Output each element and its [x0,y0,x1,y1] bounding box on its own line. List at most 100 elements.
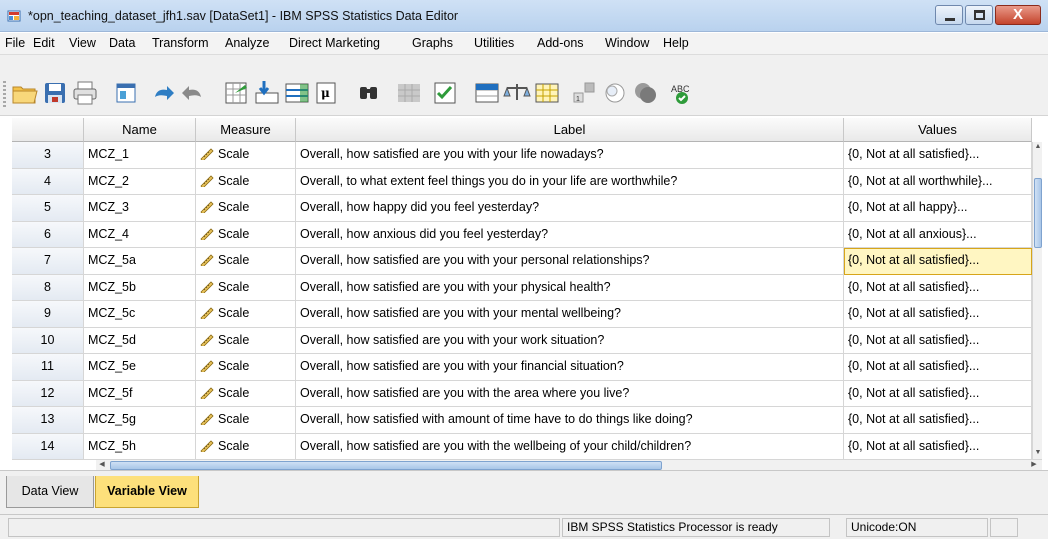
variable-label-cell[interactable]: Overall, how anxious did you feel yester… [296,221,844,248]
variable-name-cell[interactable]: MCZ_1 [84,142,196,169]
column-header-values[interactable]: Values [844,118,1032,142]
measure-cell[interactable]: Scale [196,301,296,328]
variables-icon[interactable] [282,79,312,107]
measure-cell[interactable]: Scale [196,327,296,354]
variable-name-cell[interactable]: MCZ_5c [84,301,196,328]
menu-transform[interactable]: Transform [152,36,209,50]
variable-label-cell[interactable]: Overall, how satisfied are you with your… [296,327,844,354]
value-labels-cell[interactable]: {0, Not at all satisfied}... [844,274,1032,301]
menu-analyze[interactable]: Analyze [225,36,269,50]
value-labels-icon[interactable]: 1 [570,79,600,107]
menu-view[interactable]: View [69,36,96,50]
value-labels-cell[interactable]: {0, Not at all happy}... [844,195,1032,222]
row-number[interactable]: 11 [12,354,84,381]
value-labels-cell[interactable]: {0, Not at all worthwhile}... [844,168,1032,195]
value-labels-cell[interactable]: {0, Not at all satisfied}... [844,433,1032,460]
variable-name-cell[interactable]: MCZ_5f [84,380,196,407]
use-variable-sets-icon[interactable] [600,79,630,107]
scroll-up-icon[interactable]: ▲ [1034,142,1042,152]
row-number[interactable]: 14 [12,433,84,460]
scroll-right-icon[interactable]: ▶ [1028,460,1040,470]
menu-edit[interactable]: Edit [33,36,55,50]
variable-name-cell[interactable]: MCZ_5b [84,274,196,301]
row-number[interactable]: 13 [12,407,84,434]
variable-name-cell[interactable]: MCZ_5a [84,248,196,275]
menu-utilities[interactable]: Utilities [474,36,514,50]
value-labels-cell[interactable]: {0, Not at all satisfied}... [844,142,1032,169]
column-header-name[interactable]: Name [84,118,196,142]
insert-variable-icon[interactable] [430,79,460,107]
value-labels-cell[interactable]: {0, Not at all satisfied}... [844,301,1032,328]
variable-label-cell[interactable]: Overall, how satisfied are you with your… [296,354,844,381]
value-labels-cell[interactable]: {0, Not at all satisfied}... [844,380,1032,407]
column-header-label[interactable]: Label [296,118,844,142]
measure-cell[interactable]: Scale [196,274,296,301]
goto-case-icon[interactable] [222,79,252,107]
value-labels-cell[interactable]: {0, Not at all satisfied}... [844,407,1032,434]
row-number[interactable]: 12 [12,380,84,407]
close-button[interactable]: X [995,5,1041,25]
weight-cases-icon[interactable] [502,79,532,107]
value-labels-cell[interactable]: {0, Not at all satisfied}... [844,327,1032,354]
row-number[interactable]: 5 [12,195,84,222]
print-icon[interactable] [70,79,100,107]
value-labels-cell[interactable]: {0, Not at all satisfied}... [844,354,1032,381]
scroll-down-icon[interactable]: ▼ [1034,448,1042,458]
horizontal-scroll-thumb[interactable] [110,461,662,470]
toolbar-grip[interactable] [3,81,6,107]
dialog-recall-icon[interactable] [112,79,142,107]
vertical-scroll-thumb[interactable] [1034,178,1042,248]
variable-name-cell[interactable]: MCZ_5e [84,354,196,381]
row-number[interactable]: 9 [12,301,84,328]
menu-data[interactable]: Data [109,36,135,50]
goto-variable-icon[interactable] [252,79,282,107]
variable-label-cell[interactable]: Overall, how satisfied are you with the … [296,380,844,407]
measure-cell[interactable]: Scale [196,221,296,248]
insert-cases-icon[interactable] [394,79,424,107]
measure-cell[interactable]: Scale [196,168,296,195]
find-icon[interactable] [354,79,384,107]
scroll-left-icon[interactable]: ◀ [96,460,108,470]
value-labels-cell[interactable]: {0, Not at all satisfied}... [844,248,1032,275]
menu-help[interactable]: Help [663,36,689,50]
row-number[interactable]: 7 [12,248,84,275]
variable-label-cell[interactable]: Overall, how satisfied are you with your… [296,274,844,301]
measure-cell[interactable]: Scale [196,142,296,169]
variable-label-cell[interactable]: Overall, how happy did you feel yesterda… [296,195,844,222]
variable-label-cell[interactable]: Overall, how satisfied are you with the … [296,433,844,460]
undo-icon[interactable] [148,79,178,107]
save-icon[interactable] [40,79,70,107]
run-descriptives-icon[interactable]: μ [312,79,342,107]
row-number[interactable]: 4 [12,168,84,195]
row-number[interactable]: 10 [12,327,84,354]
row-number[interactable]: 6 [12,221,84,248]
menu-add-ons[interactable]: Add-ons [537,36,584,50]
variable-label-cell[interactable]: Overall, to what extent feel things you … [296,168,844,195]
measure-cell[interactable]: Scale [196,407,296,434]
measure-cell[interactable]: Scale [196,354,296,381]
variable-label-cell[interactable]: Overall, how satisfied with amount of ti… [296,407,844,434]
horizontal-scrollbar[interactable]: ◀ ▶ [96,459,1042,470]
measure-cell[interactable]: Scale [196,380,296,407]
variable-label-cell[interactable]: Overall, how satisfied are you with your… [296,142,844,169]
measure-cell[interactable]: Scale [196,195,296,222]
row-number[interactable]: 3 [12,142,84,169]
vertical-scrollbar[interactable]: ▲ ▼ [1032,142,1042,460]
open-folder-icon[interactable] [10,79,40,107]
minimize-button[interactable] [935,5,963,25]
tab-variable-view[interactable]: Variable View [95,476,199,508]
row-number[interactable]: 8 [12,274,84,301]
variable-name-cell[interactable]: MCZ_2 [84,168,196,195]
menu-direct-marketing[interactable]: Direct Marketing [289,36,380,50]
column-header-measure[interactable]: Measure [196,118,296,142]
menu-window[interactable]: Window [605,36,649,50]
variable-name-cell[interactable]: MCZ_5d [84,327,196,354]
select-cases-icon[interactable] [532,79,562,107]
measure-cell[interactable]: Scale [196,433,296,460]
variable-label-cell[interactable]: Overall, how satisfied are you with your… [296,248,844,275]
redo-icon[interactable] [178,79,208,107]
measure-cell[interactable]: Scale [196,248,296,275]
variable-name-cell[interactable]: MCZ_5g [84,407,196,434]
maximize-button[interactable] [965,5,993,25]
corner-header[interactable] [12,118,84,142]
